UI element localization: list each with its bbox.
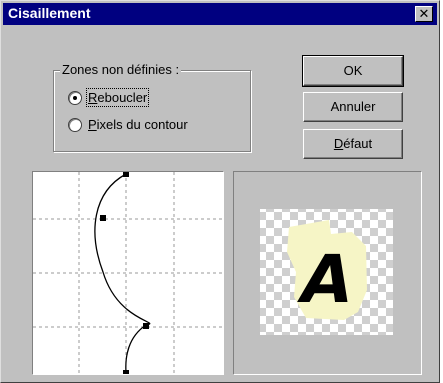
radio-selected-dot bbox=[73, 96, 77, 100]
preview-panel: A bbox=[233, 171, 422, 375]
curve-point[interactable] bbox=[123, 370, 129, 374]
default-button[interactable]: Défaut bbox=[303, 129, 403, 159]
close-icon: ✕ bbox=[418, 6, 430, 21]
shear-curve-panel[interactable] bbox=[32, 171, 224, 375]
shear-curve-editor[interactable] bbox=[33, 172, 223, 374]
dialog-window: Cisaillement ✕ Zones non définies : Rebo… bbox=[0, 0, 440, 383]
group-label: Zones non définies : bbox=[60, 62, 182, 77]
radio-button-reboucler[interactable] bbox=[68, 91, 82, 105]
cancel-button[interactable]: Annuler bbox=[303, 92, 403, 122]
radio-label-reboucler[interactable]: Reboucler bbox=[85, 88, 150, 107]
title-bar[interactable]: Cisaillement ✕ bbox=[3, 3, 437, 25]
curve-point[interactable] bbox=[143, 323, 149, 329]
curve-background bbox=[33, 172, 223, 374]
curve-point[interactable] bbox=[100, 215, 106, 221]
window-title: Cisaillement bbox=[8, 5, 91, 21]
undefined-zones-group: Zones non définies : Reboucler Pixels du… bbox=[53, 62, 251, 152]
curve-point[interactable] bbox=[123, 172, 129, 177]
radio-label-pixels-contour[interactable]: Pixels du contour bbox=[88, 117, 188, 132]
radio-button-pixels-contour[interactable] bbox=[68, 118, 82, 132]
ok-button[interactable]: OK bbox=[302, 55, 404, 87]
close-button[interactable]: ✕ bbox=[415, 6, 433, 22]
preview-canvas: A bbox=[260, 209, 393, 335]
